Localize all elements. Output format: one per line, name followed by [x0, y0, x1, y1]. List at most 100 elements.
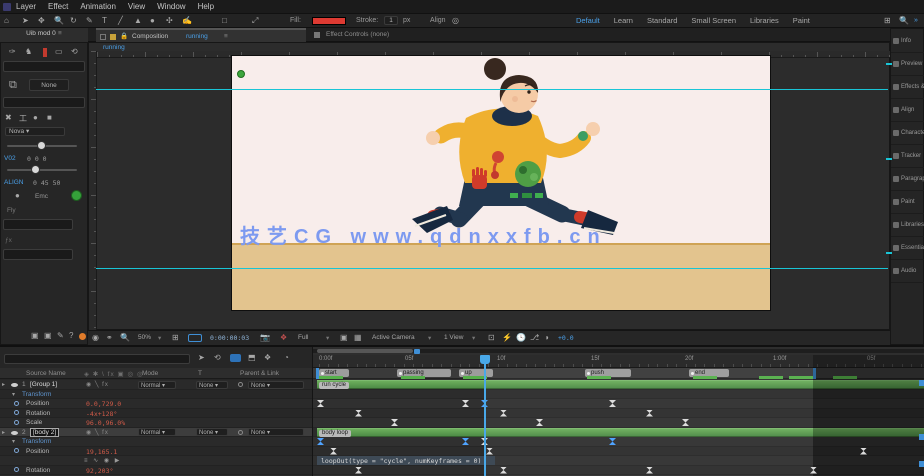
hand-tool-icon[interactable]: ✥	[38, 16, 45, 25]
target-field-2[interactable]	[3, 249, 73, 260]
camera-caret[interactable]: ▾	[428, 334, 431, 342]
layer-name[interactable]: [Group 1]	[30, 381, 57, 388]
row1-values[interactable]: 0 0 0	[27, 155, 47, 163]
pickwhip-icon[interactable]	[238, 382, 243, 387]
slider-2[interactable]	[7, 169, 77, 171]
menu-item-effect[interactable]: Effect	[48, 2, 68, 11]
guide-line-bottom[interactable]	[96, 268, 888, 269]
lock-icon[interactable]: 🔒	[120, 32, 128, 40]
workspace-default[interactable]: Default	[576, 16, 600, 25]
panel-tab-essential-graphics[interactable]: Essential Graphics	[891, 240, 924, 260]
apply-dot-icon[interactable]: ●	[15, 191, 20, 200]
lasso-tool-icon[interactable]: ⟲	[71, 47, 78, 56]
panel-tab-tracker[interactable]: Tracker	[891, 148, 924, 168]
layer-duration-bar[interactable]: run cycle	[317, 380, 924, 389]
parent-dropdown[interactable]: None ▾	[248, 428, 304, 436]
pickwhip-icon[interactable]	[238, 430, 243, 435]
none-button[interactable]: None	[29, 79, 69, 91]
stopwatch-icon[interactable]	[14, 467, 19, 472]
flowchart-icon[interactable]: ⎇	[530, 333, 539, 342]
shape-tool-icon[interactable]: ▲	[134, 16, 142, 25]
anchor-center-icon[interactable]: 工	[19, 113, 27, 124]
menu-item-window[interactable]: Window	[157, 2, 185, 11]
snapshot-icon[interactable]: 📷	[260, 333, 270, 342]
stopwatch-icon[interactable]	[14, 410, 19, 415]
bottom-help-icon[interactable]: ?	[69, 331, 73, 340]
panel-menu-icon[interactable]: ≡	[58, 30, 62, 37]
puppet-pin-tool-icon[interactable]: ✣	[166, 16, 173, 25]
expression-text[interactable]: loopOut(type = "cycle", numKeyframes = 0…	[321, 457, 481, 465]
exposure-icon[interactable]: ◑	[544, 333, 549, 342]
transparency-icon[interactable]: ▦	[354, 333, 362, 342]
rect-tool-icon[interactable]: ▭	[55, 47, 63, 56]
layer-duration-bar[interactable]: body loop	[317, 428, 924, 437]
copy-icon[interactable]: ⧉	[9, 79, 17, 92]
brush-tool-icon[interactable]: ●	[150, 16, 155, 25]
bottom-pen-icon[interactable]: ✎	[57, 331, 64, 340]
stopwatch-icon[interactable]	[14, 420, 19, 425]
property-value[interactable]: 19,165.1	[86, 448, 117, 456]
view-layout[interactable]: 1 View	[444, 334, 463, 341]
panel-tab-info[interactable]: Info	[891, 33, 924, 53]
workspace-libraries[interactable]: Libraries	[750, 16, 779, 25]
property-value[interactable]: 0.0,729.0	[86, 400, 121, 408]
resolution-caret[interactable]: ▾	[326, 334, 329, 342]
property-name[interactable]: Rotation	[26, 467, 50, 474]
edge-scroll-hint[interactable]	[919, 461, 924, 467]
channels-icon[interactable]: ❖	[280, 333, 287, 342]
preset-dropdown[interactable]: Nova ▾	[5, 127, 65, 136]
menu-item-help[interactable]: Help	[198, 2, 214, 11]
eye-icon[interactable]	[11, 383, 18, 387]
resolution-value[interactable]: Full	[298, 334, 308, 341]
expression-toggle-icons[interactable]: ≡ ∿ ◉ ▶	[84, 457, 121, 464]
work-area-end-bracket[interactable]	[813, 368, 816, 379]
effect-controls-tab[interactable]: Effect Controls (none)	[310, 28, 490, 42]
property-group-label[interactable]: Transform	[22, 391, 51, 398]
panel-tab-preview[interactable]: Preview	[891, 56, 924, 76]
zoom-caret[interactable]: ▾	[158, 334, 161, 342]
menu-item-layer[interactable]: Layer	[16, 2, 36, 11]
panel-tab-paragraph[interactable]: Paragraph	[891, 171, 924, 191]
red-bar-icon[interactable]	[43, 48, 47, 57]
property-value[interactable]: 96.0,96.0%	[86, 419, 125, 427]
composition-tab[interactable]: 🔒 Composition running ≡	[96, 28, 306, 42]
panel-tab-character[interactable]: Character	[891, 125, 924, 145]
panel-tab-audio[interactable]: Audio	[891, 263, 924, 283]
flag-tool-icon[interactable]: ✑	[9, 47, 16, 56]
property-name[interactable]: Position	[26, 400, 49, 407]
record-dot-icon[interactable]	[79, 333, 86, 340]
property-value[interactable]: 92,203°	[86, 467, 113, 475]
panel-tab-paint[interactable]: Paint	[891, 194, 924, 214]
parent-dropdown[interactable]: None ▾	[248, 381, 304, 389]
mode-dropdown[interactable]: Normal ▾	[138, 381, 176, 389]
left-panel-tab[interactable]: Uib mod 0 ≡	[0, 28, 88, 42]
menu-item-view[interactable]: View	[128, 2, 145, 11]
panel-tab-libraries[interactable]: Libraries	[891, 217, 924, 237]
anchor-left-icon[interactable]: ✖	[5, 113, 12, 122]
anchor-dot-icon[interactable]: ●	[33, 113, 38, 122]
stroke-value-field[interactable]: 1	[384, 16, 398, 25]
mode-dropdown[interactable]: Normal ▾	[138, 428, 176, 436]
timeline-h-scroll-thumb[interactable]	[317, 349, 413, 353]
toolbar-overflow[interactable]: »	[914, 17, 918, 24]
edge-scroll-hint[interactable]	[919, 380, 924, 386]
property-name[interactable]: Rotation	[26, 410, 50, 417]
panel-tab-effects-presets[interactable]: Effects & Presets	[891, 79, 924, 99]
roi-icon[interactable]	[188, 334, 202, 342]
playhead-grabber[interactable]	[480, 355, 490, 364]
zoom-level[interactable]: 50%	[138, 334, 151, 341]
hand-icon[interactable]: 🔍	[120, 333, 130, 342]
twirl-icon[interactable]: ▸	[2, 381, 5, 388]
rig-name-field[interactable]	[3, 61, 85, 72]
twirl-icon[interactable]: ▾	[12, 391, 15, 398]
bottom-layers-icon[interactable]: ▣	[44, 331, 52, 340]
type-tool-icon[interactable]: T	[102, 16, 107, 25]
mask-tool-icon[interactable]: □	[222, 16, 227, 25]
edge-scroll-hint[interactable]	[919, 434, 924, 440]
layer-name[interactable]: [body 2]	[30, 428, 59, 437]
view-caret[interactable]: ▾	[472, 334, 475, 342]
panel-tab-align[interactable]: Align	[891, 102, 924, 122]
camera-select[interactable]: Active Camera	[372, 334, 415, 341]
time-ruler[interactable]: 0:00f05f10f15f20f1:00f05f	[313, 355, 924, 368]
left-ruler[interactable]	[89, 51, 97, 331]
